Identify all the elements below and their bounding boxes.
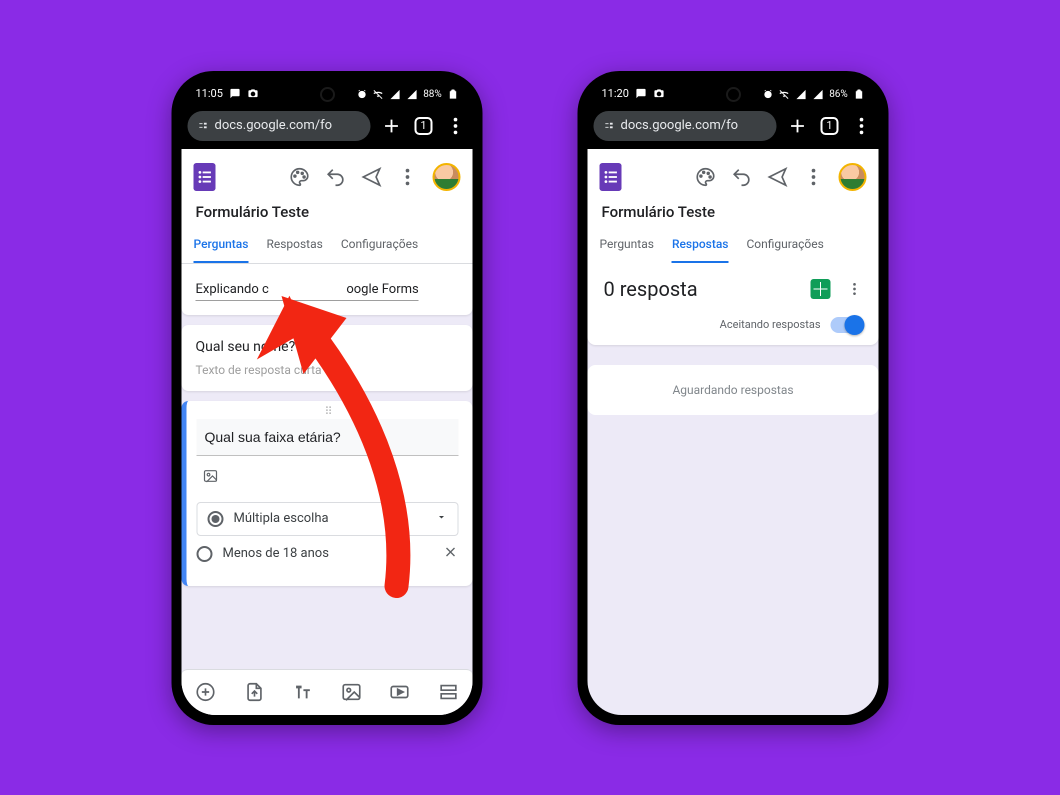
wifi-off-icon: [373, 89, 384, 100]
camera-hole: [322, 89, 333, 100]
user-avatar[interactable]: [839, 163, 867, 191]
signal-icon: [796, 89, 807, 100]
forms-responses: Formulário Teste Perguntas Respostas Con…: [588, 149, 879, 715]
question-type-label: Múltipla escolha: [234, 511, 329, 526]
awaiting-responses-text: Aguardando respostas: [672, 383, 793, 397]
site-settings-icon: [198, 120, 209, 131]
forms-editor: Formulário Teste Perguntas Respostas Con…: [182, 149, 473, 715]
question-type-select[interactable]: Múltipla escolha: [197, 502, 459, 536]
tab-count: 1: [415, 117, 433, 135]
accepting-responses-label: Aceitando respostas: [720, 318, 821, 331]
form-description[interactable]: Explicando como usar o Google Forms: [196, 282, 419, 301]
theme-palette-button[interactable]: [695, 166, 717, 188]
status-time: 11:05: [196, 87, 223, 100]
tab-perguntas[interactable]: Perguntas: [600, 229, 654, 263]
camera-icon: [247, 88, 258, 99]
battery-icon: [854, 89, 865, 100]
form-header-card[interactable]: Explicando como usar o Google Forms: [182, 263, 473, 315]
undo-button[interactable]: [325, 166, 347, 188]
tab-respostas[interactable]: Respostas: [672, 229, 729, 263]
url-bar[interactable]: docs.google.com/fo: [594, 111, 777, 141]
browser-menu-button[interactable]: [445, 115, 467, 137]
question-title[interactable]: Qual seu nome?: [196, 339, 459, 355]
add-section-button[interactable]: [437, 681, 459, 703]
option-label[interactable]: Menos de 18 anos: [223, 546, 329, 561]
google-forms-logo-icon: [194, 163, 216, 191]
url-text: docs.google.com/fo: [215, 118, 333, 133]
battery-percent: 86%: [829, 89, 848, 100]
responses-menu-button[interactable]: [847, 278, 863, 300]
send-button[interactable]: [361, 166, 383, 188]
tab-count: 1: [821, 117, 839, 135]
option-row-1[interactable]: Menos de 18 anos: [197, 536, 459, 572]
theme-palette-button[interactable]: [289, 166, 311, 188]
responses-count-heading: 0 resposta: [604, 277, 795, 301]
link-to-sheets-button[interactable]: [811, 279, 831, 299]
url-text: docs.google.com/fo: [621, 118, 739, 133]
import-questions-button[interactable]: [243, 681, 265, 703]
google-forms-logo-icon: [600, 163, 622, 191]
floating-question-toolbar: [182, 669, 473, 715]
browser-toolbar: docs.google.com/fo 1: [588, 107, 879, 149]
multiple-choice-icon: [208, 511, 224, 527]
forms-tabs: Perguntas Respostas Configurações: [194, 229, 461, 263]
add-image-to-question-button[interactable]: [197, 462, 225, 490]
questions-list[interactable]: Explicando como usar o Google Forms Qual…: [182, 263, 473, 715]
phone-mockup-right: 11:20 86% docs.google.com/fo: [578, 71, 889, 725]
site-settings-icon: [604, 120, 615, 131]
browser-toolbar: docs.google.com/fo 1: [182, 107, 473, 149]
phone-mockup-left: 11:05 88%: [172, 71, 483, 725]
forms-tabs: Perguntas Respostas Configurações: [600, 229, 867, 263]
alarm-icon: [762, 89, 773, 100]
forms-topbar: Formulário Teste Perguntas Respostas Con…: [182, 149, 473, 263]
question-card-2-selected[interactable]: ⠿ /* value set via custom below */ Múlti…: [182, 401, 473, 586]
signal-icon: [390, 89, 401, 100]
remove-option-button[interactable]: [443, 544, 459, 564]
status-time: 11:20: [602, 87, 629, 100]
add-video-button[interactable]: [389, 681, 411, 703]
chevron-down-icon: [436, 511, 448, 527]
add-image-button[interactable]: [340, 681, 362, 703]
drag-handle-icon[interactable]: ⠿: [324, 405, 334, 418]
undo-button[interactable]: [731, 166, 753, 188]
new-tab-button[interactable]: [381, 115, 403, 137]
tab-respostas[interactable]: Respostas: [266, 229, 322, 263]
wifi-off-icon: [779, 89, 790, 100]
answer-placeholder: Texto de resposta curta: [196, 363, 459, 377]
form-title[interactable]: Formulário Teste: [194, 197, 461, 225]
user-avatar[interactable]: [433, 163, 461, 191]
tab-switcher-button[interactable]: 1: [819, 115, 841, 137]
battery-icon: [448, 89, 459, 100]
question-card-1[interactable]: Qual seu nome? Texto de resposta curta: [182, 325, 473, 391]
awaiting-responses-card: Aguardando respostas: [588, 365, 879, 415]
forms-menu-button[interactable]: [803, 166, 825, 188]
message-icon: [230, 88, 241, 99]
browser-menu-button[interactable]: [851, 115, 873, 137]
tab-configuracoes[interactable]: Configurações: [341, 229, 418, 263]
tab-perguntas[interactable]: Perguntas: [194, 229, 249, 263]
responses-summary-card: 0 resposta Aceitando respostas: [588, 263, 879, 345]
message-icon: [636, 88, 647, 99]
battery-percent: 88%: [423, 89, 442, 100]
question-title-input[interactable]: [197, 419, 459, 456]
accepting-responses-toggle[interactable]: [831, 317, 863, 333]
add-question-button[interactable]: [195, 681, 217, 703]
tab-configuracoes[interactable]: Configurações: [746, 229, 823, 263]
signal-icon: [406, 89, 417, 100]
forms-topbar: Formulário Teste Perguntas Respostas Con…: [588, 149, 879, 263]
camera-hole: [728, 89, 739, 100]
radio-icon: [197, 546, 213, 562]
url-bar[interactable]: docs.google.com/fo: [188, 111, 371, 141]
new-tab-button[interactable]: [787, 115, 809, 137]
alarm-icon: [356, 89, 367, 100]
send-button[interactable]: [767, 166, 789, 188]
forms-menu-button[interactable]: [397, 166, 419, 188]
signal-icon: [812, 89, 823, 100]
tab-switcher-button[interactable]: 1: [413, 115, 435, 137]
form-title[interactable]: Formulário Teste: [600, 197, 867, 225]
add-title-button[interactable]: [292, 681, 314, 703]
camera-icon: [653, 88, 664, 99]
